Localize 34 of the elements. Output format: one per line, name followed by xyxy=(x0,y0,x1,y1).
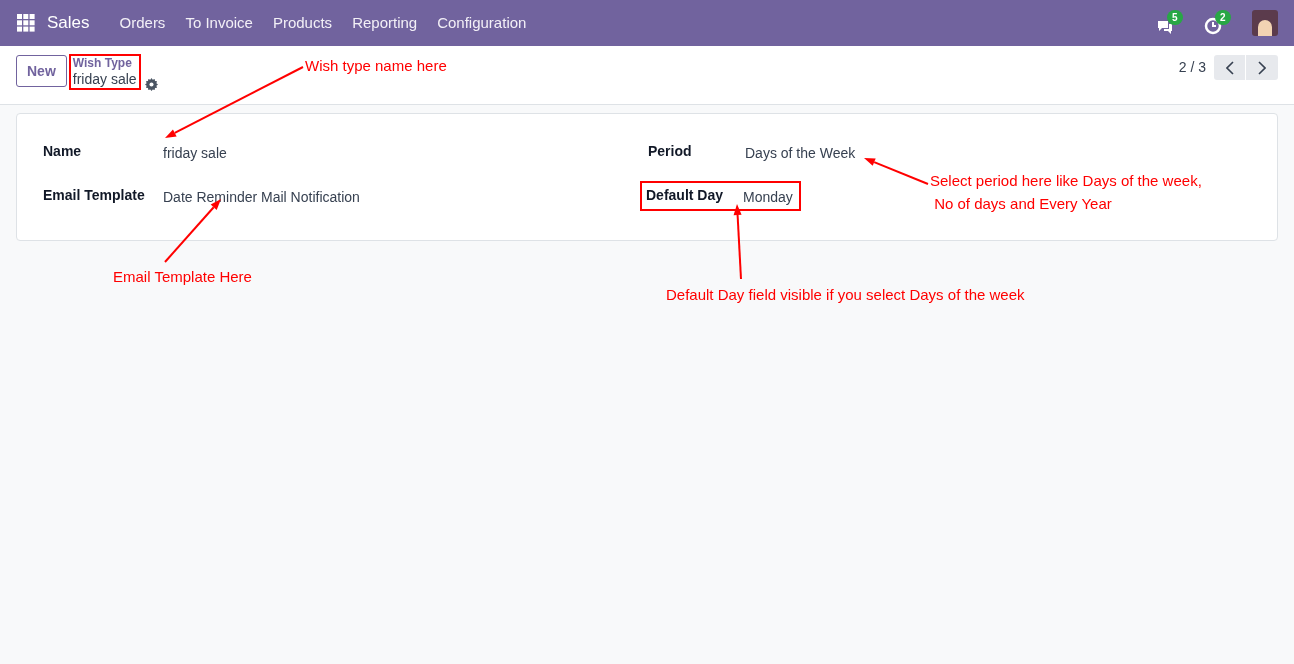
chevron-left-icon xyxy=(1225,60,1234,75)
chat-icon[interactable] xyxy=(1156,19,1174,35)
field-label: Default Day xyxy=(646,186,725,205)
user-avatar[interactable] xyxy=(1252,10,1278,36)
notification-badge: 2 xyxy=(1215,10,1231,25)
chevron-right-icon xyxy=(1258,60,1266,75)
annotation-text: Wish type name here xyxy=(305,56,447,76)
field-value: Days of the Week xyxy=(745,144,856,163)
new-button[interactable]: New xyxy=(16,55,67,87)
field-label: Name xyxy=(43,142,83,161)
field-value: Monday xyxy=(743,188,793,207)
apps-menu-icon[interactable] xyxy=(17,14,35,32)
annotation-text: Email Template Here xyxy=(113,267,252,287)
next-button[interactable] xyxy=(1246,55,1278,80)
menu-item[interactable]: Orders xyxy=(109,11,176,35)
pager-text: 2 / 3 xyxy=(1178,58,1206,77)
annotation-text: Select period here like Days of the week, No of days and Every Year xyxy=(930,171,1202,214)
app-title[interactable]: Sales xyxy=(47,10,90,36)
menu-item[interactable]: Reporting xyxy=(342,11,428,35)
field-value: friday sale xyxy=(163,144,227,163)
breadcrumb-link[interactable]: Wish Type xyxy=(72,56,137,70)
settings-icon[interactable] xyxy=(144,78,158,91)
record-title: friday sale xyxy=(72,70,137,88)
notification-badge: 5 xyxy=(1167,10,1183,25)
annotation-arrow xyxy=(864,158,929,185)
field-label: Period xyxy=(648,142,693,161)
menu-item[interactable]: Products xyxy=(262,11,343,35)
clock-icon[interactable] xyxy=(1204,17,1222,35)
annotation-text: Default Day field visible if you select Days of the week xyxy=(666,285,1025,305)
field-value: Date Reminder Mail Notification xyxy=(163,188,360,207)
menu-item[interactable]: To Invoice xyxy=(175,11,263,35)
previous-button[interactable] xyxy=(1214,55,1245,80)
menu-item[interactable]: Configuration xyxy=(427,11,537,35)
field-label: Email Template xyxy=(43,186,146,205)
